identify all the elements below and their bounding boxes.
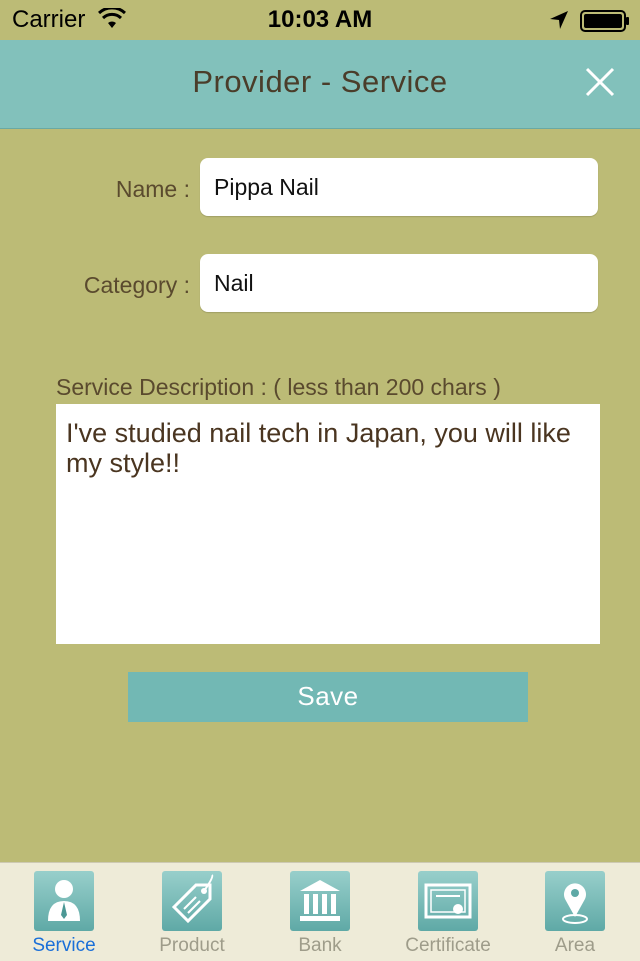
map-pin-icon (545, 871, 605, 931)
certificate-icon (418, 871, 478, 931)
tab-label-product: Product (159, 935, 225, 956)
description-label: Service Description : ( less than 200 ch… (56, 374, 501, 400)
tab-bank[interactable]: Bank (280, 863, 360, 961)
status-bar: Carrier 10:03 AM (0, 0, 640, 40)
save-button[interactable]: Save (128, 672, 528, 722)
category-label: Category : (83, 272, 190, 298)
category-field[interactable]: Nail (200, 254, 598, 312)
tab-label-service: Service (32, 935, 96, 956)
location-arrow-icon (550, 11, 568, 29)
name-field[interactable]: Pippa Nail (200, 158, 598, 216)
tab-label-bank: Bank (298, 935, 342, 956)
close-icon[interactable] (578, 60, 622, 104)
nav-bar: Provider - Service (0, 40, 640, 129)
tag-icon (162, 871, 222, 931)
tab-area[interactable]: Area (536, 863, 614, 961)
tab-product[interactable]: Product (146, 863, 238, 961)
clock: 10:03 AM (267, 6, 373, 33)
person-icon (34, 871, 94, 931)
description-textarea[interactable]: I've studied nail tech in Japan, you wil… (56, 404, 600, 644)
tab-label-certificate: Certificate (405, 935, 491, 956)
battery-icon (580, 10, 629, 32)
page-title: Provider - Service (192, 64, 448, 99)
tab-label-area: Area (554, 935, 596, 956)
name-label: Name : (115, 176, 190, 202)
tab-bar: Service Product Bank Certificate Area (0, 862, 640, 961)
tab-certificate[interactable]: Certificate (396, 863, 500, 961)
tab-service[interactable]: Service (24, 863, 104, 961)
bank-icon (290, 871, 350, 931)
